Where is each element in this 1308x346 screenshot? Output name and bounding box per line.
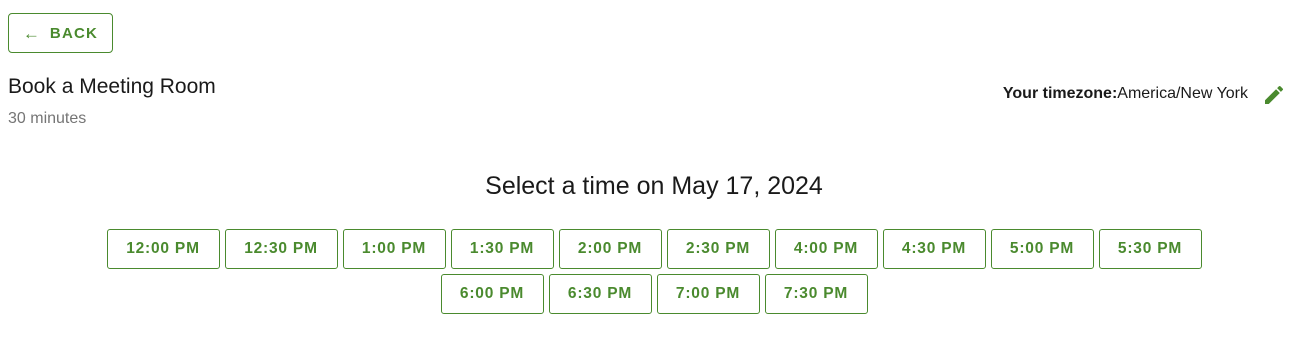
time-slot-button[interactable]: 1:30 PM: [450, 229, 554, 269]
time-slot-button[interactable]: 12:30 PM: [224, 229, 338, 269]
time-slot-button[interactable]: 7:00 PM: [656, 274, 760, 314]
arrow-left-icon: ←: [22, 23, 40, 43]
select-time-heading: Select a time on May 17, 2024: [485, 172, 823, 200]
back-button[interactable]: ← BACK: [8, 13, 113, 53]
time-slot-button[interactable]: 5:30 PM: [1098, 229, 1202, 269]
back-button-label: BACK: [49, 24, 99, 42]
time-slot-button[interactable]: 2:30 PM: [666, 229, 770, 269]
time-slot-button[interactable]: 6:00 PM: [440, 274, 544, 314]
time-slot-button[interactable]: 6:30 PM: [548, 274, 652, 314]
timezone-label: Your timezone:: [1002, 85, 1118, 102]
timezone-value: America/New York: [1117, 85, 1248, 102]
page-title: Book a Meeting Room: [8, 75, 216, 98]
meeting-duration: 30 minutes: [8, 110, 87, 127]
booking-page: ← BACK Book a Meeting Room 30 minutes Yo…: [0, 0, 1308, 346]
time-slot-grid: 12:00 PM 12:30 PM 1:00 PM 1:30 PM 2:00 P…: [0, 229, 1308, 319]
pencil-icon[interactable]: [1262, 83, 1286, 107]
time-slot-button[interactable]: 5:00 PM: [990, 229, 1094, 269]
time-slot-button[interactable]: 2:00 PM: [558, 229, 662, 269]
time-slot-row: 6:00 PM 6:30 PM 7:00 PM 7:30 PM: [0, 274, 1308, 314]
timezone-display: Your timezone:America/New York: [1003, 85, 1248, 103]
time-slot-button[interactable]: 4:30 PM: [882, 229, 986, 269]
time-slot-button[interactable]: 7:30 PM: [764, 274, 868, 314]
time-slot-row: 12:00 PM 12:30 PM 1:00 PM 1:30 PM 2:00 P…: [0, 229, 1308, 269]
time-slot-button[interactable]: 12:00 PM: [106, 229, 220, 269]
time-slot-button[interactable]: 4:00 PM: [774, 229, 878, 269]
time-slot-button[interactable]: 1:00 PM: [342, 229, 446, 269]
